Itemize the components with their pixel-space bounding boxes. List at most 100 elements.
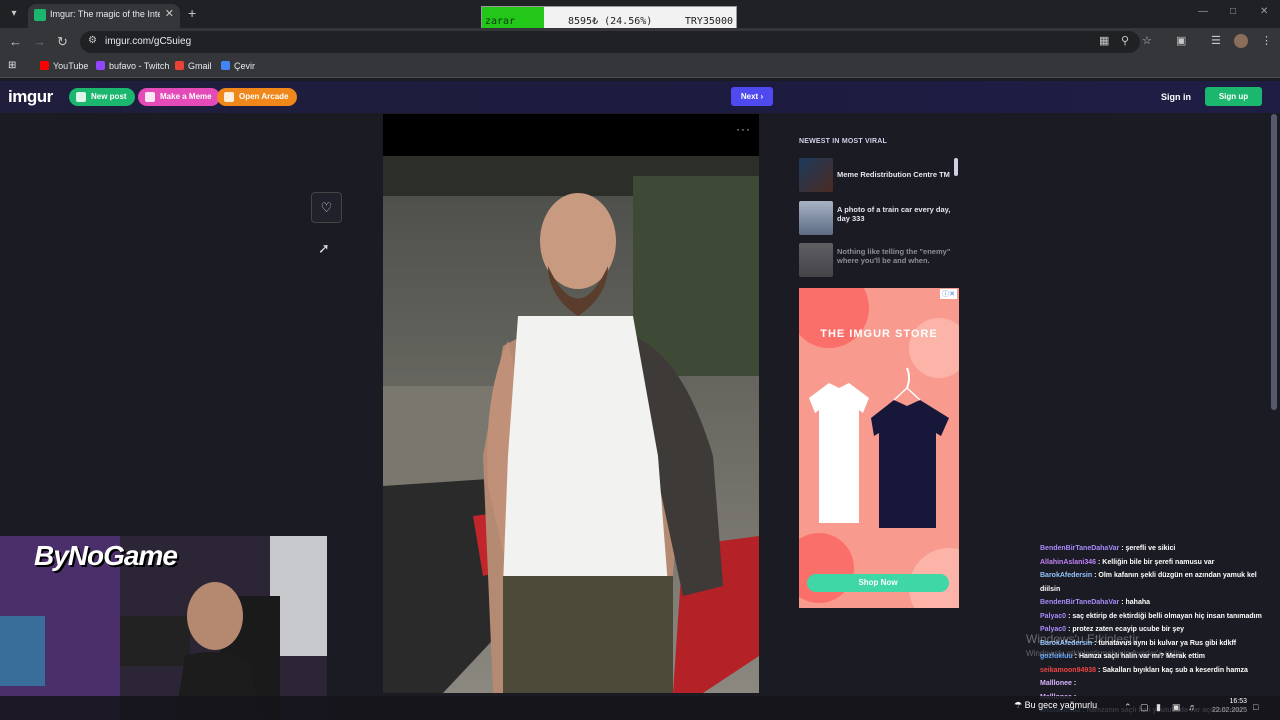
menu-dots-icon[interactable]: ⋮ (1261, 34, 1272, 47)
url-text: imgur.com/gC5uieg (105, 36, 192, 47)
new-post-button[interactable]: New post (69, 88, 135, 106)
translate-bookmark-icon (221, 61, 230, 70)
share-arrow-icon[interactable]: ➚ (318, 240, 330, 257)
tab-title: Imgur: The magic of the Interne (50, 9, 160, 19)
address-bar[interactable]: ⚙ imgur.com/gC5uieg (80, 31, 1140, 53)
zoom-icon[interactable]: ⚲ (1121, 34, 1129, 47)
sign-in-link[interactable]: Sign in (1161, 92, 1191, 102)
bookmark-label: Çevir (234, 61, 256, 71)
bookmark-label: Gmail (188, 61, 212, 71)
bookmark-youtube[interactable]: YouTube (40, 61, 88, 71)
windows-taskbar: ☂ Bu gece yağmurlu ⌃ ▢ ▮ ▣ ♬ 16:53 22.02… (0, 696, 1280, 720)
apps-grid-icon[interactable]: ⊞ (8, 60, 16, 71)
minimize-icon[interactable]: — (1198, 6, 1208, 17)
chat-message: Malllonee: (1040, 677, 1276, 691)
gamepad-icon (224, 92, 234, 102)
new-post-label: New post (91, 92, 127, 101)
extensions-icon[interactable]: ▣ (1176, 34, 1186, 47)
imgur-logo[interactable]: imgur (8, 87, 53, 107)
bookmark-label: YouTube (53, 61, 89, 71)
youtube-icon (40, 61, 49, 70)
sidebar-scroll-indicator[interactable] (954, 158, 958, 176)
bookmark-twitch[interactable]: bufavo - Twitch (96, 61, 169, 71)
stream-chat: BendenBirTaneDahaVar: şerefli ve sikici A… (1040, 542, 1276, 718)
sidebar-title: NEWEST IN MOST VIRAL (799, 138, 887, 145)
sign-up-button[interactable]: Sign up (1205, 87, 1262, 106)
window-close-icon[interactable]: ✕ (1260, 6, 1268, 17)
profile-avatar[interactable] (1234, 34, 1248, 48)
sidebar-post-title: Meme Redistribution Centre TM (837, 170, 950, 179)
network-icon[interactable]: ▣ (1172, 702, 1181, 713)
tray-chevron-icon[interactable]: ⌃ (1124, 702, 1132, 713)
open-arcade-button[interactable]: Open Arcade (217, 88, 297, 106)
media-icon[interactable]: ☰ (1211, 34, 1221, 47)
imgur-header: imgur New post Make a Meme Open Arcade (0, 81, 1280, 113)
make-meme-label: Make a Meme (160, 92, 212, 101)
maximize-icon[interactable]: □ (1230, 6, 1236, 17)
notifications-icon[interactable]: □ (1253, 702, 1258, 712)
chat-username[interactable]: BendenBirTaneDahaVar (1040, 599, 1119, 606)
reload-icon[interactable]: ↻ (57, 34, 68, 50)
chat-text: : (1073, 680, 1077, 687)
post-photo-graphic (383, 156, 759, 693)
sidebar-post-title: Nothing like telling the "enemy" where y… (837, 247, 951, 265)
chat-username[interactable]: Palyac0 (1040, 613, 1066, 620)
bookmark-label: bufavo - Twitch (109, 61, 170, 71)
ad-choices-icon[interactable]: ⓘ✕ (940, 289, 957, 299)
bookmark-translate[interactable]: Çevir (221, 61, 255, 71)
battery-icon[interactable]: ▮ (1156, 702, 1161, 713)
chat-message: BendenBirTaneDahaVar: şerefli ve sikici (1040, 542, 1276, 556)
sidebar-post-item[interactable]: A photo of a train car every day, day 33… (799, 201, 959, 235)
tab-search-icon[interactable]: ▾ (6, 6, 22, 22)
chat-username[interactable]: BarokAfedersin (1040, 572, 1092, 579)
post-image[interactable] (383, 156, 759, 693)
imgur-favicon-icon (34, 9, 46, 21)
gmail-icon (175, 61, 184, 70)
chat-username[interactable]: BendenBirTaneDahaVar (1040, 545, 1119, 552)
tray-app-icon[interactable]: ▢ (1140, 702, 1149, 713)
site-info-icon[interactable]: ⚙ (88, 35, 97, 46)
forward-icon[interactable]: → (33, 34, 46, 49)
chat-text: : hahaha (1121, 599, 1151, 606)
post-header-bar: ··· (383, 114, 759, 156)
make-meme-button[interactable]: Make a Meme (138, 88, 220, 106)
stream-logo-text: ByNoGame (34, 540, 178, 571)
browser-tab[interactable]: Imgur: The magic of the Interne ✕ (28, 4, 180, 28)
chat-username[interactable]: Malllonee (1040, 680, 1072, 687)
next-post-button[interactable]: Next › (731, 87, 773, 106)
page-scrollbar[interactable] (1271, 114, 1277, 410)
sidebar-post-title: A photo of a train car every day, day 33… (837, 205, 951, 223)
bookmarks-bar: ⊞ YouTube bufavo - Twitch Gmail Çevir (0, 56, 1280, 78)
post-thumbnail (799, 158, 833, 192)
twitch-icon (96, 61, 105, 70)
ticker-amount: 8595₺ (24.56%) (568, 16, 653, 27)
plus-icon (76, 92, 86, 102)
weather-text: Bu gece yağmurlu (1024, 700, 1098, 710)
translate-icon[interactable]: ▦ (1099, 34, 1109, 47)
close-tab-icon[interactable]: ✕ (165, 7, 174, 20)
bookmark-star-icon[interactable]: ☆ (1142, 34, 1152, 47)
sidebar-post-item[interactable]: Meme Redistribution Centre TM (799, 158, 959, 192)
taskbar-clock[interactable]: 16:53 22.02.2025 (1212, 697, 1247, 715)
back-icon[interactable]: ← (9, 34, 22, 49)
chat-text: : Sakalları bıyıkları kaç sub a keserdin… (1098, 666, 1248, 674)
ad-title: THE IMGUR STORE (820, 328, 938, 340)
imgur-store-ad[interactable]: ⓘ✕ THE IMGUR STORE Shop Now (799, 288, 959, 608)
volume-icon[interactable]: ♬ (1188, 702, 1197, 712)
clock-date: 22.02.2025 (1212, 707, 1248, 714)
shop-now-button[interactable]: Shop Now (807, 574, 949, 592)
bookmark-gmail[interactable]: Gmail (175, 61, 212, 71)
weather-widget[interactable]: ☂ Bu gece yağmurlu (1014, 700, 1097, 711)
chat-text: : Kelliğin bile bir şerefi namusu var (1098, 558, 1215, 566)
post-options-icon[interactable]: ··· (736, 122, 751, 136)
post-thumbnail (799, 201, 833, 235)
favorite-heart-icon[interactable]: ♡ (311, 192, 342, 223)
chat-message: BarokAfedersin: Olm kafanın şekli düzgün… (1040, 569, 1276, 596)
rain-cloud-icon: ☂ (1014, 700, 1023, 710)
chat-message: BendenBirTaneDahaVar: hahaha (1040, 596, 1276, 610)
chat-username[interactable]: AllahinAslani346 (1040, 559, 1096, 566)
chat-message: Palyac0: saç ektirip de ektirdiği belli … (1040, 610, 1276, 624)
new-tab-icon[interactable]: + (188, 5, 196, 21)
chat-username[interactable]: seikamoon94938 (1040, 667, 1096, 674)
sidebar-post-item[interactable]: Nothing like telling the "enemy" where y… (799, 243, 959, 277)
